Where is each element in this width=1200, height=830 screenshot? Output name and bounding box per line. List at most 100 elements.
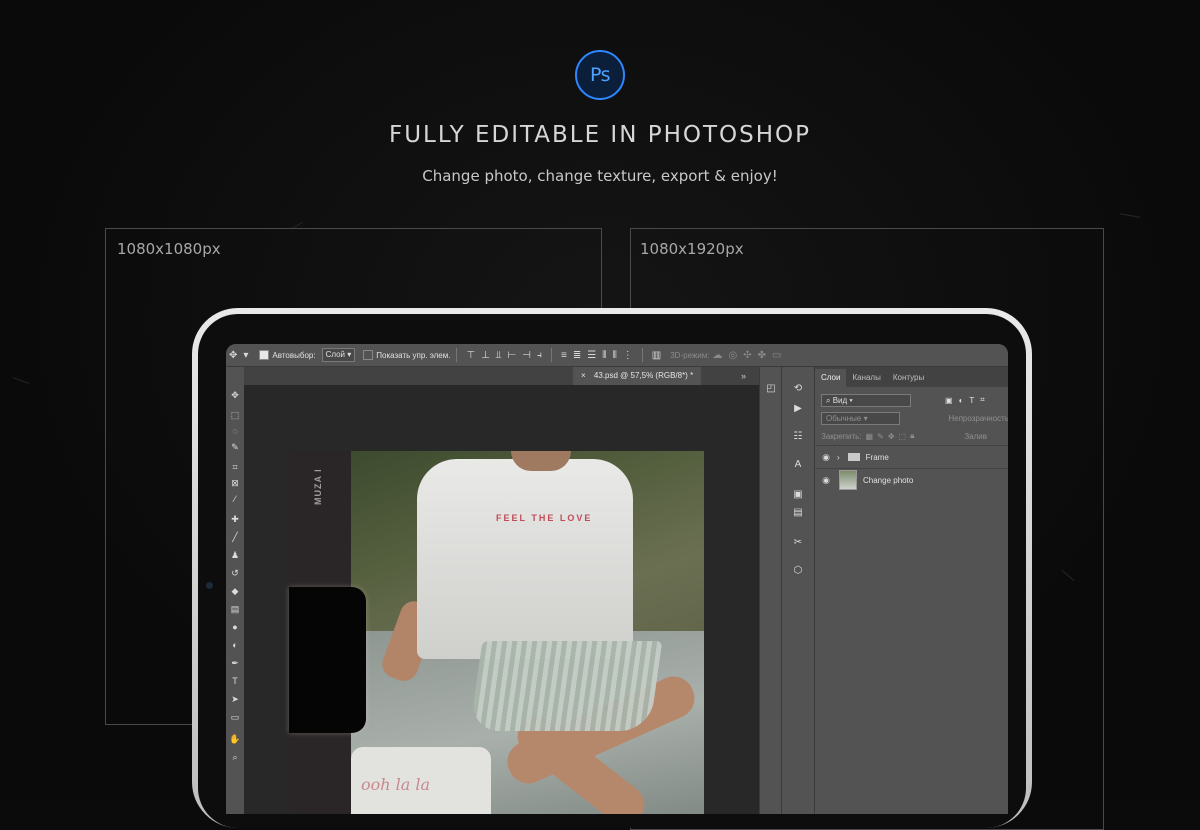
tab-paths[interactable]: Контуры [887,369,930,387]
layer-filter-dropdown[interactable]: ⌕ Вид ▾ [821,393,911,407]
canvas-area[interactable]: FEEL THE LOVE ooh la la MUZA I [244,385,759,814]
fill-label: Залив [964,431,988,441]
lock-position-icon[interactable]: ✥ [888,432,895,441]
photoshop-window: ✥ ▾ Автовыбор: Слой ▾ Показать упр. элем… [226,344,1008,814]
close-icon[interactable]: × [581,371,586,380]
3d-pan-icon[interactable]: ✣ [743,350,751,361]
story-format-label: 1080x1920px [640,240,744,258]
tablet-device: ✥ ▾ Автовыбор: Слой ▾ Показать упр. элем… [192,308,1032,828]
move-tool-icon[interactable]: ✥ [229,389,241,401]
blur-tool-icon[interactable]: ● [229,621,241,633]
divider [456,348,458,362]
zoom-tool-icon[interactable]: ⌕ [229,751,241,763]
eye-icon[interactable]: ◉ [819,475,833,486]
path-select-tool-icon[interactable]: ➤ [229,693,241,705]
history-icon[interactable]: ⟲ [792,383,804,395]
auto-select-checkbox[interactable] [259,350,270,360]
crop-tool-icon[interactable]: ⌗ [229,461,241,473]
actions-play-icon[interactable]: ▶ [792,403,804,415]
frame-strip-text: MUZA I [313,468,323,505]
lock-artboard-icon[interactable]: ⬚ [899,432,907,441]
collapsed-panel-strip: ◰ [759,367,782,814]
properties-icon[interactable]: ☷ [792,431,804,443]
headline: FULLY EDITABLE IN PHOTOSHOP [388,122,812,148]
libraries-icon[interactable]: ▣ [792,489,804,501]
tab-layers[interactable]: Слои [815,369,847,387]
chevron-down-icon[interactable]: ▾ [243,350,248,361]
square-format-label: 1080x1080px [117,240,221,258]
tablet-camera [206,582,213,589]
character-icon[interactable]: A [792,459,804,471]
dodge-tool-icon[interactable]: ◐ [229,639,241,651]
3d-icon[interactable]: ⬡ [792,565,804,577]
layers-panel: Слои Каналы Контуры ⌕ Вид ▾ ▣ ◐ T ⌗ Обыч… [814,367,1008,814]
layer-thumbnail [839,470,857,490]
auto-align-icon[interactable]: ▥ [652,350,661,361]
filter-adjustment-icon[interactable]: ◐ [959,396,964,405]
chevron-right-icon[interactable]: › [837,453,840,462]
align-bottom-icon[interactable]: ⫫ [496,350,502,361]
stamp-tool-icon[interactable]: ♟ [229,549,241,561]
tablet-bezel: ✥ ▾ Автовыбор: Слой ▾ Показать упр. элем… [198,314,1026,828]
marquee-tool-icon[interactable]: ⬚ [229,409,241,421]
lasso-tool-icon[interactable]: ◌ [229,425,241,437]
hand-tool-icon[interactable]: ✋ [229,733,241,745]
distribute-center-icon[interactable]: ⫴ [613,350,617,361]
filter-shape-icon[interactable]: ⌗ [980,395,985,405]
align-middle-icon[interactable]: ⊥ [481,350,490,361]
frame-tool-icon[interactable]: ⊠ [229,477,241,489]
align-left-icon[interactable]: ⊢ [508,350,517,361]
collapse-arrows-icon[interactable]: » [741,371,746,381]
quick-select-tool-icon[interactable]: ✎ [229,441,241,453]
eyedropper-tool-icon[interactable]: ⁄ [229,493,241,505]
distribute-right-icon[interactable]: ⋮ [623,350,633,361]
align-center-icon[interactable]: ⊣ [522,350,531,361]
healing-brush-tool-icon[interactable]: ✚ [229,513,241,525]
lock-all-icon[interactable]: 🔒︎ [910,431,914,441]
lock-label: Закрепить: [821,431,862,441]
artboard[interactable]: FEEL THE LOVE ooh la la MUZA I [289,451,704,814]
move-tool-icon[interactable]: ✥ [229,350,237,361]
gradient-tool-icon[interactable]: ▤ [229,603,241,615]
filter-type-icon[interactable]: T [969,396,974,405]
3d-roll-icon[interactable]: ◎ [728,350,737,361]
photo-shirt [417,459,633,659]
lock-pixels-icon[interactable]: ✎ [877,432,884,441]
document-tab[interactable]: × 43.psd @ 57,5% (RGB/8*) * [573,367,702,385]
distribute-bottom-icon[interactable]: ☰ [587,350,596,361]
distribute-top-icon[interactable]: ≡ [561,350,567,361]
document-tab-label: 43.psd @ 57,5% (RGB/8*) * [593,371,694,380]
3d-slide-icon[interactable]: ✤ [758,350,766,361]
align-top-icon[interactable]: ⊤ [466,350,475,361]
blend-mode-dropdown[interactable]: Обычные ▾ [821,411,901,425]
auto-select-dropdown[interactable]: Слой ▾ [321,348,356,362]
layer-name: Frame [865,452,889,462]
notes-icon[interactable]: ▤ [792,507,804,519]
tool-presets-icon[interactable]: ✂ [792,537,804,549]
auto-select-label: Автовыбор: [272,350,316,360]
lock-row: Закрепить: ▦ ✎ ✥ ⬚ 🔒︎ Залив [815,427,1008,445]
eye-icon[interactable]: ◉ [819,452,833,463]
show-controls-checkbox[interactable] [363,350,374,360]
brush-tool-icon[interactable]: ╱ [229,531,241,543]
history-brush-tool-icon[interactable]: ↺ [229,567,241,579]
distribute-left-icon[interactable]: ⦀ [602,350,606,361]
tab-channels[interactable]: Каналы [846,369,886,387]
align-right-icon[interactable]: ⫞ [537,350,542,361]
opacity-label: Непрозрачность [948,413,1008,423]
3d-orbit-icon[interactable]: ☁ [712,350,722,361]
lock-transparency-icon[interactable]: ▦ [866,432,874,441]
layer-row[interactable]: ◉ Change photo [815,468,1008,491]
eraser-tool-icon[interactable]: ◆ [229,585,241,597]
second-tee-print-text: ooh la la [361,775,431,794]
shape-tool-icon[interactable]: ▭ [229,711,241,723]
filter-pixel-icon[interactable]: ▣ [945,396,953,405]
distribute-middle-icon[interactable]: ≣ [573,350,581,361]
layer-row[interactable]: ◉ › Frame [815,445,1008,468]
3d-mode-label: 3D-режим: [670,350,710,360]
pen-tool-icon[interactable]: ✒ [229,657,241,669]
3d-scale-icon[interactable]: ▭ [772,350,781,361]
type-tool-icon[interactable]: T [229,675,241,687]
photoshop-logo-text: Ps [589,64,611,86]
adjustments-icon[interactable]: ◰ [765,383,777,395]
